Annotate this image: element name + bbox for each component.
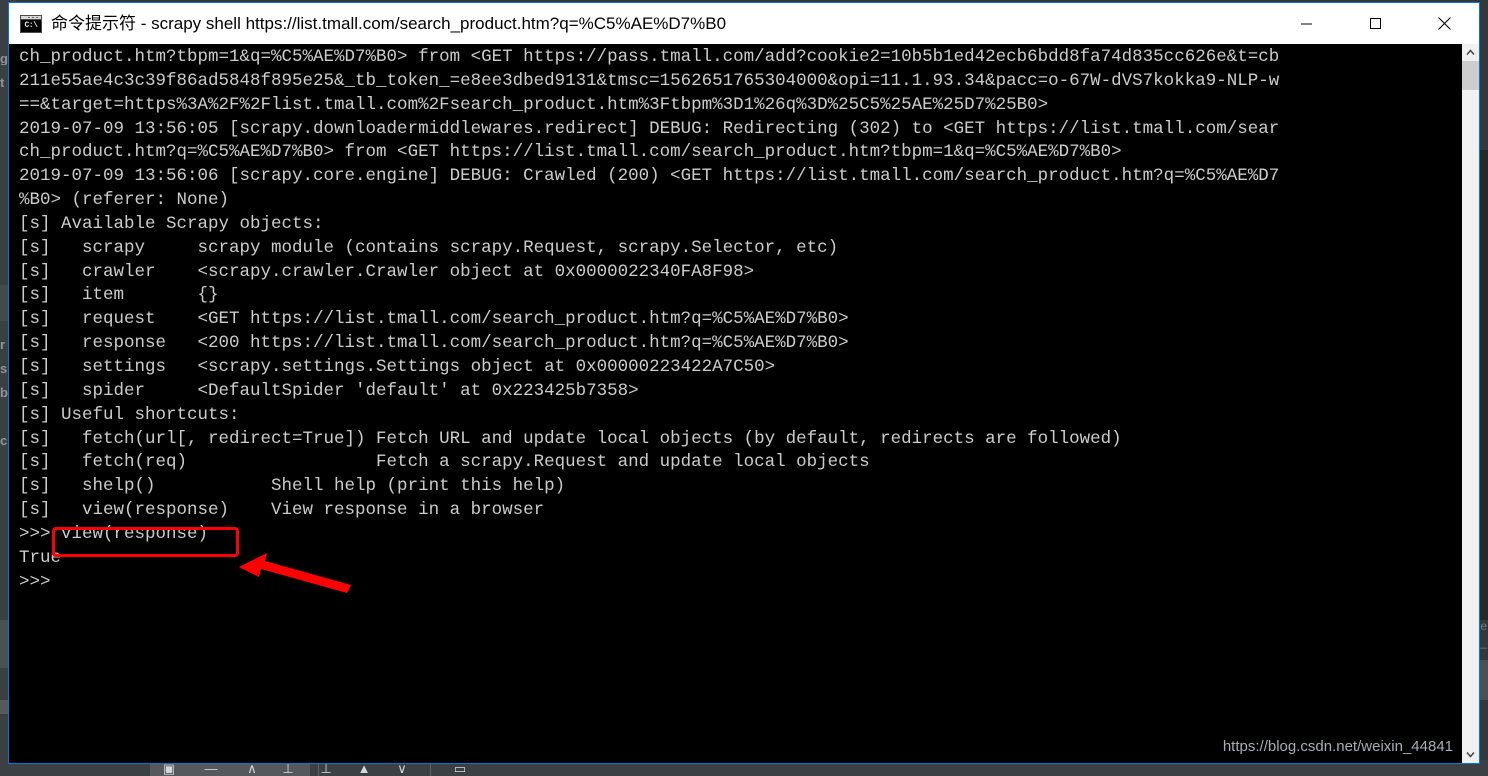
- console-line: 2019-07-09 13:56:06 [scrapy.core.engine]…: [19, 166, 1280, 187]
- console-line: [s] response <200 https://list.tmall.com…: [19, 333, 849, 354]
- console-line: [s] Useful shortcuts:: [19, 404, 240, 425]
- scrollbar-track[interactable]: [1462, 61, 1479, 746]
- console-line: >>>: [19, 571, 51, 592]
- console-line: [s] settings <scrapy.settings.Settings o…: [19, 356, 776, 377]
- command-prompt-window[interactable]: C:\ 命令提示符 - scrapy shell https://list.tm…: [8, 2, 1480, 764]
- console-output[interactable]: ch_product.htm?tbpm=1&q=%C5%AE%D7%B0> fr…: [9, 44, 1462, 763]
- screen-root: g t r s b c e _ ▣ ∧ ⊥ ⊥ ▲ ∨ ▭ — C:\ 命令提示…: [0, 0, 1488, 776]
- taskbar-separator-2: [430, 762, 431, 776]
- cmd-icon-text: C:\: [21, 19, 41, 32]
- window-title: 命令提示符 - scrapy shell https://list.tmall.…: [51, 13, 727, 33]
- minimize-button[interactable]: [1272, 3, 1341, 44]
- background-right-ghost: e: [1480, 619, 1487, 633]
- console-line: True: [19, 547, 62, 568]
- console-line: %B0> (referer: None): [19, 190, 230, 211]
- console-line: ch_product.htm?tbpm=1&q=%C5%AE%D7%B0> fr…: [19, 47, 1280, 67]
- window-titlebar[interactable]: C:\ 命令提示符 - scrapy shell https://list.tm…: [9, 3, 1479, 44]
- console-line: [s] view(response) View response in a br…: [19, 500, 545, 521]
- console-line: [s] request <GET https://list.tmall.com/…: [19, 309, 849, 330]
- window-controls[interactable]: [1272, 3, 1479, 44]
- console-line: [s] crawler <scrapy.crawler.Crawler obje…: [19, 261, 755, 282]
- console-line: [s] scrapy scrapy module (contains scrap…: [19, 237, 839, 258]
- console-line: [s] fetch(req) Fetch a scrapy.Request an…: [19, 452, 870, 473]
- console-line: [s] item {}: [19, 285, 219, 306]
- chevron-down-icon[interactable]: [1462, 746, 1479, 763]
- console-line: ch_product.htm?q=%C5%AE%D7%B0> from <GET…: [19, 142, 1122, 163]
- console-line: [s] Available Scrapy objects:: [19, 213, 324, 234]
- console-line: 2019-07-09 13:56:05 [scrapy.downloadermi…: [19, 118, 1280, 139]
- cmd-icon: C:\: [20, 14, 42, 33]
- scrollbar-thumb[interactable]: [1462, 61, 1479, 90]
- console-area[interactable]: ch_product.htm?tbpm=1&q=%C5%AE%D7%B0> fr…: [9, 44, 1479, 763]
- maximize-button[interactable]: [1341, 3, 1410, 44]
- chevron-up-icon[interactable]: [1462, 44, 1479, 61]
- console-line: >>> view(response): [19, 523, 209, 544]
- console-line: [s] fetch(url[, redirect=True]) Fetch UR…: [19, 428, 1122, 449]
- console-scrollbar[interactable]: [1462, 44, 1479, 763]
- console-line: [s] shelp() Shell help (print this help): [19, 476, 566, 497]
- background-right-ghost-2: _: [1480, 635, 1487, 649]
- close-button[interactable]: [1410, 3, 1479, 44]
- console-line: 211e55ae4c3c39f86ad5848f895e25&_tb_token…: [19, 70, 1280, 91]
- console-line: ==&target=https%3A%2F%2Flist.tmall.com%2…: [19, 94, 1049, 115]
- console-line: [s] spider <DefaultSpider 'default' at 0…: [19, 380, 639, 401]
- watermark-text: https://blog.csdn.net/weixin_44841: [1222, 738, 1453, 755]
